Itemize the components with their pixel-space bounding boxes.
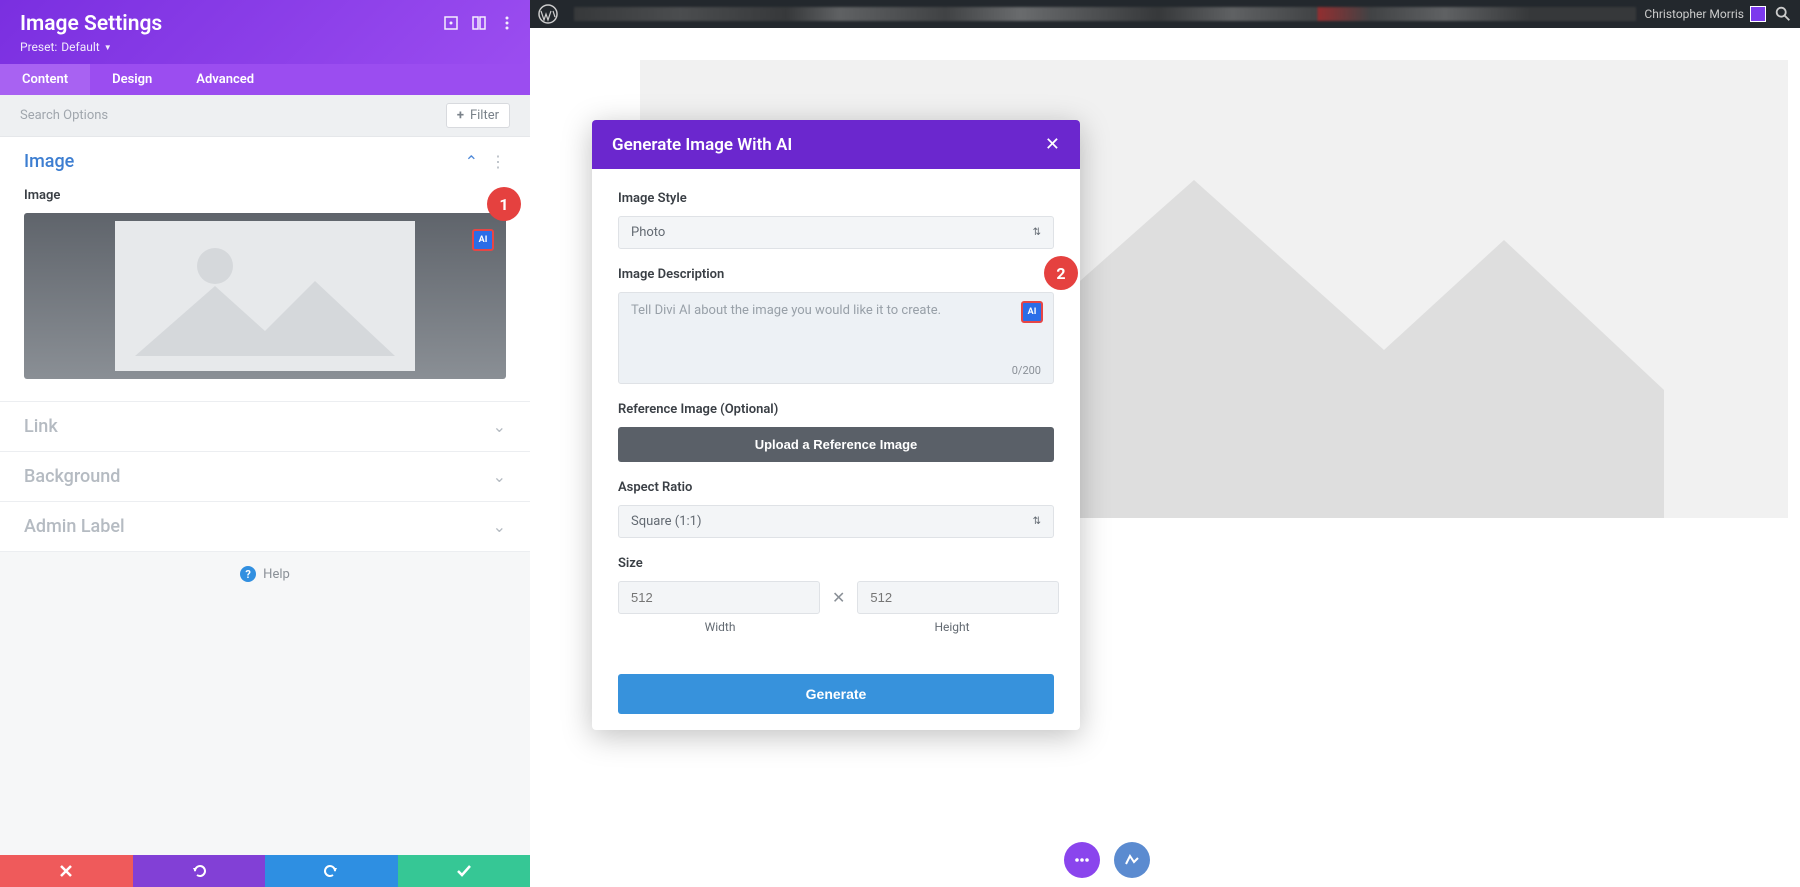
settings-panel: Image Settings Preset: Default ▼ Content… [0,0,530,887]
more-icon[interactable] [498,14,516,32]
panel-title: Image Settings [20,12,510,36]
height-input[interactable] [857,581,1059,614]
image-placeholder-icon [115,221,415,371]
chevron-down-icon: ⌄ [493,467,506,486]
undo-button[interactable] [133,855,266,887]
more-fab[interactable] [1064,842,1100,878]
width-sublabel: Width [618,620,822,634]
filter-button[interactable]: + Filter [446,103,510,128]
size-label: Size [618,556,1054,571]
ref-label: Reference Image (Optional) [618,402,1054,417]
layout-icon[interactable] [470,14,488,32]
section-image: Image ⌃ ⋮ Image AI [0,137,530,402]
description-textarea[interactable]: Tell Divi AI about the image you would l… [618,292,1054,384]
save-button[interactable] [398,855,531,887]
width-input[interactable] [618,581,820,614]
height-sublabel: Height [850,620,1054,634]
section-admin-label: Admin Label ⌄ [0,502,530,552]
tab-design[interactable]: Design [90,64,174,95]
ratio-label: Aspect Ratio [618,480,1054,495]
section-link: Link ⌄ [0,402,530,452]
chevron-down-icon: ⌄ [493,417,506,436]
section-link-header[interactable]: Link ⌄ [0,402,530,451]
help-icon: ? [240,566,256,582]
image-field-label: Image [24,188,506,203]
times-icon: ✕ [832,588,845,607]
redacted-menu [574,7,1636,21]
expand-icon[interactable] [442,14,460,32]
select-caret-icon: ⇅ [1033,227,1041,238]
caret-down-icon: ▼ [104,43,112,52]
callout-2: 2 [1044,256,1078,290]
desc-label: Image Description [618,267,1054,282]
image-upload-area[interactable]: AI [24,213,506,379]
upload-reference-button[interactable]: Upload a Reference Image [618,427,1054,462]
search-options-input[interactable]: Search Options [20,108,108,123]
modal-title: Generate Image With AI [612,135,792,155]
ai-fab[interactable] [1114,842,1150,878]
search-icon[interactable] [1774,5,1792,23]
plus-icon: + [457,108,464,123]
chevron-up-icon: ⌃ [465,152,478,171]
generate-button[interactable]: Generate [618,674,1054,714]
redo-button[interactable] [265,855,398,887]
callout-1: 1 [487,187,521,221]
ai-button[interactable]: AI [1021,301,1043,323]
avatar-icon [1750,6,1766,22]
chevron-down-icon: ⌄ [493,517,506,536]
search-row: Search Options + Filter [0,95,530,137]
section-background-header[interactable]: Background ⌄ [0,452,530,501]
preset-selector[interactable]: Preset: Default ▼ [20,40,510,54]
style-label: Image Style [618,191,1054,206]
close-button[interactable] [0,855,133,887]
wp-admin-bar: Christopher Morris [530,0,1800,28]
close-icon[interactable]: ✕ [1045,134,1060,155]
section-admin-label-header[interactable]: Admin Label ⌄ [0,502,530,551]
section-image-header[interactable]: Image ⌃ ⋮ [0,137,530,186]
bottom-actions [0,855,530,887]
tab-advanced[interactable]: Advanced [174,64,276,95]
admin-user-name: Christopher Morris [1644,7,1744,21]
tab-content[interactable]: Content [0,64,90,95]
help-link[interactable]: ? Help [0,552,530,596]
admin-user-link[interactable]: Christopher Morris [1644,6,1766,22]
style-select[interactable]: Photo ⇅ [618,216,1054,249]
section-background: Background ⌄ [0,452,530,502]
wp-logo-icon[interactable] [538,4,558,24]
select-caret-icon: ⇅ [1033,516,1041,527]
settings-tabs: Content Design Advanced [0,64,530,95]
section-more-icon[interactable]: ⋮ [490,152,506,171]
ai-button[interactable]: AI [472,229,494,251]
modal-header: Generate Image With AI ✕ [592,120,1080,169]
panel-header: Image Settings Preset: Default ▼ [0,0,530,64]
aspect-ratio-select[interactable]: Square (1:1) ⇅ [618,505,1054,538]
char-counter: 0/200 [1012,364,1041,377]
ai-modal: Generate Image With AI ✕ Image Style Pho… [592,120,1080,730]
